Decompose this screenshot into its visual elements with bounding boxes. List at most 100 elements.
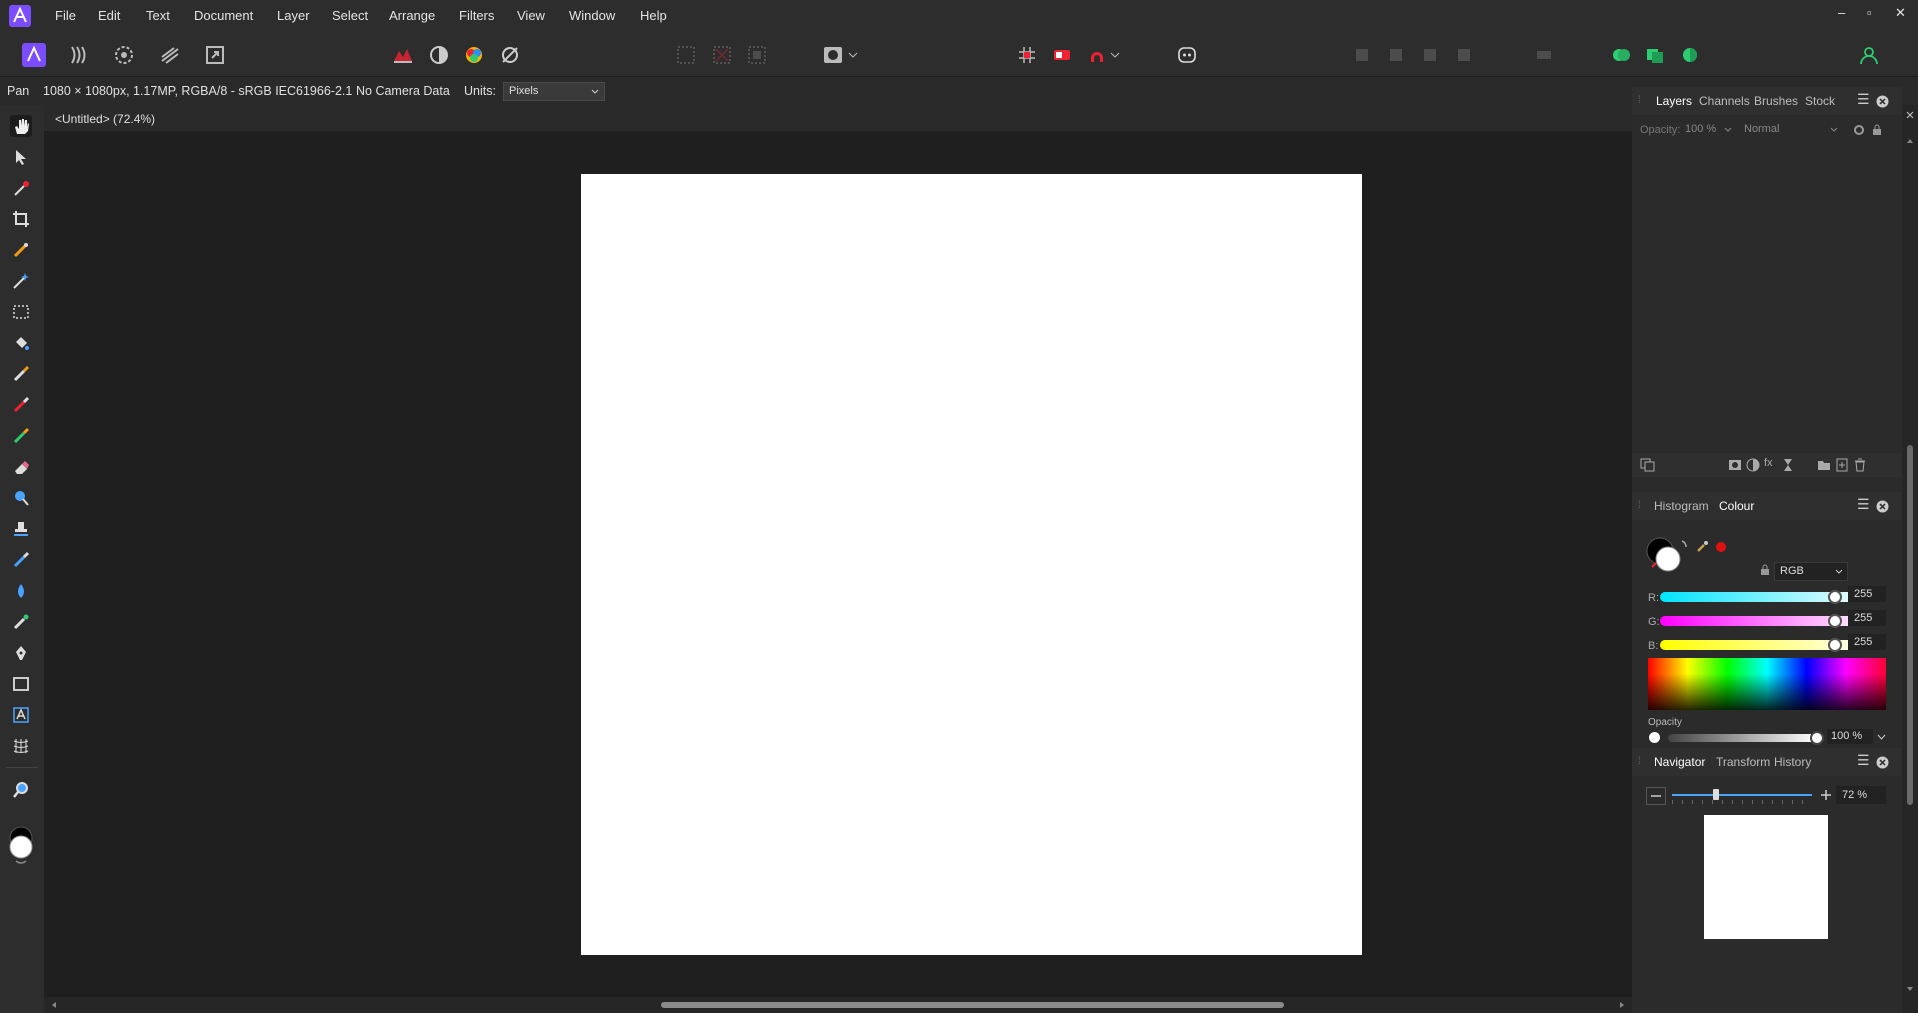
tab-navigator[interactable]: Navigator	[1654, 755, 1705, 769]
auto-contrast-icon[interactable]	[426, 42, 452, 68]
panel-menu-icon[interactable]: ☰	[1857, 91, 1870, 108]
photo-persona-icon[interactable]	[21, 42, 47, 68]
tab-histogram[interactable]: Histogram	[1654, 499, 1709, 513]
boolean-intersect-icon[interactable]	[1677, 42, 1703, 68]
red-slider[interactable]	[1660, 592, 1876, 602]
scroll-right-icon[interactable]	[1618, 1001, 1626, 1009]
layer-opacity-field[interactable]: 100 %	[1682, 122, 1734, 137]
menu-document[interactable]: Document	[194, 8, 253, 23]
document-tab[interactable]: <Untitled> (72.4%)	[44, 105, 1632, 131]
tab-history[interactable]: History	[1774, 755, 1811, 769]
red-value-field[interactable]: 255	[1848, 586, 1886, 602]
blue-slider[interactable]	[1660, 640, 1876, 650]
close-button[interactable]: ✕	[1895, 5, 1906, 21]
tone-mapping-persona-icon[interactable]	[157, 42, 183, 68]
artistic-text-tool-icon[interactable]	[10, 704, 32, 726]
magnet-snapping-icon[interactable]	[1084, 42, 1110, 68]
horizontal-scrollbar[interactable]	[44, 997, 1632, 1013]
live-filter-icon[interactable]: fx	[1764, 457, 1773, 469]
panel-close-icon[interactable]	[1906, 111, 1914, 119]
chevron-down-icon[interactable]	[1877, 733, 1886, 742]
zoom-slider[interactable]	[1672, 794, 1812, 796]
clear-selection-icon[interactable]	[709, 42, 735, 68]
horizontal-scroll-thumb[interactable]	[661, 1002, 1284, 1008]
layers-list[interactable]	[1632, 144, 1902, 452]
dodge-brush-tool-icon[interactable]	[10, 487, 32, 509]
snapping-grid-icon[interactable]	[1014, 42, 1040, 68]
zoom-tool-icon[interactable]	[10, 779, 32, 801]
blend-mode-select[interactable]: Normal	[1740, 122, 1840, 137]
align-icon[interactable]	[1531, 42, 1557, 68]
colour-picker-tool-icon[interactable]	[10, 177, 32, 199]
menu-edit[interactable]: Edit	[98, 8, 120, 23]
tab-stock[interactable]: Stock	[1805, 94, 1835, 108]
panel-grip-icon[interactable]: ⁞	[1638, 756, 1641, 767]
zoom-value-field[interactable]: 72 %	[1836, 786, 1886, 804]
auto-colours-icon[interactable]	[461, 42, 487, 68]
move-forward-icon[interactable]	[1349, 42, 1375, 68]
erase-brush-tool-icon[interactable]	[10, 456, 32, 478]
panel-grip-icon[interactable]: ⁞	[1638, 500, 1641, 511]
panel-grip-icon[interactable]: ⁞	[1638, 95, 1641, 106]
hand-tool-icon[interactable]	[10, 115, 32, 137]
paint-brush-tool-icon[interactable]	[10, 363, 32, 385]
delete-layer-icon[interactable]	[1853, 458, 1867, 472]
invert-selection-icon[interactable]	[744, 42, 770, 68]
green-value-field[interactable]: 255	[1848, 610, 1886, 626]
colour-swatches[interactable]	[7, 825, 39, 865]
layer-stack-icon[interactable]	[1640, 458, 1656, 472]
menu-file[interactable]: File	[55, 8, 76, 23]
tab-brushes[interactable]: Brushes	[1754, 94, 1798, 108]
units-select[interactable]: Pixels	[503, 82, 605, 101]
pixel-layer-icon[interactable]	[1782, 458, 1794, 472]
adjustment-layer-icon[interactable]	[1746, 458, 1760, 472]
red-slider-thumb[interactable]	[1828, 590, 1842, 604]
colour-spectrum[interactable]	[1648, 658, 1886, 710]
document-canvas[interactable]	[581, 174, 1362, 955]
chevron-down-icon[interactable]	[846, 42, 860, 68]
menu-select[interactable]: Select	[332, 8, 368, 23]
opacity-slider[interactable]	[1668, 734, 1816, 742]
auto-white-balance-icon[interactable]	[497, 42, 523, 68]
move-back-icon[interactable]	[1383, 42, 1409, 68]
scroll-left-icon[interactable]	[50, 1001, 58, 1009]
panel-close-icon[interactable]	[1876, 500, 1889, 513]
green-slider-thumb[interactable]	[1828, 614, 1842, 628]
menu-layer[interactable]: Layer	[277, 8, 310, 23]
quick-mask-icon[interactable]	[820, 42, 846, 68]
minimize-button[interactable]: –	[1838, 5, 1845, 20]
colour-swatch-pair[interactable]	[1646, 537, 1726, 573]
panel-close-icon[interactable]	[1876, 756, 1889, 769]
mixer-brush-tool-icon[interactable]	[10, 425, 32, 447]
new-group-icon[interactable]	[1817, 458, 1831, 472]
red-eye-tool-icon[interactable]	[10, 611, 32, 633]
blue-slider-thumb[interactable]	[1828, 638, 1842, 652]
move-to-back-icon[interactable]	[1451, 42, 1477, 68]
zoom-in-icon[interactable]	[1818, 787, 1834, 803]
crop-tool-icon[interactable]	[10, 208, 32, 230]
user-account-icon[interactable]	[1856, 42, 1882, 68]
scroll-down-icon[interactable]	[1906, 985, 1914, 993]
rectangular-marquee-tool-icon[interactable]	[10, 301, 32, 323]
opacity-value-field[interactable]: 100 %	[1827, 729, 1873, 744]
zoom-out-button[interactable]	[1646, 787, 1666, 805]
assistant-icon[interactable]	[1174, 42, 1200, 68]
mesh-warp-tool-icon[interactable]	[10, 735, 32, 757]
menu-view[interactable]: View	[517, 8, 545, 23]
colour-replacement-tool-icon[interactable]	[10, 394, 32, 416]
vertical-scrollbar[interactable]	[1902, 105, 1918, 1013]
develop-persona-icon[interactable]	[111, 42, 137, 68]
menu-arrange[interactable]: Arrange	[389, 8, 435, 23]
zoom-slider-thumb[interactable]	[1713, 789, 1719, 800]
rectangle-tool-icon[interactable]	[10, 673, 32, 695]
tab-layers[interactable]: Layers	[1656, 94, 1692, 108]
deselect-icon[interactable]	[673, 42, 699, 68]
blur-brush-tool-icon[interactable]	[10, 580, 32, 602]
flood-fill-tool-icon[interactable]	[10, 332, 32, 354]
export-persona-icon[interactable]	[202, 42, 228, 68]
navigator-preview[interactable]	[1704, 815, 1828, 939]
inpainting-brush-tool-icon[interactable]	[10, 549, 32, 571]
menu-window[interactable]: Window	[569, 8, 615, 23]
opacity-slider-thumb[interactable]	[1810, 731, 1824, 745]
selection-brush-tool-icon[interactable]	[10, 239, 32, 261]
